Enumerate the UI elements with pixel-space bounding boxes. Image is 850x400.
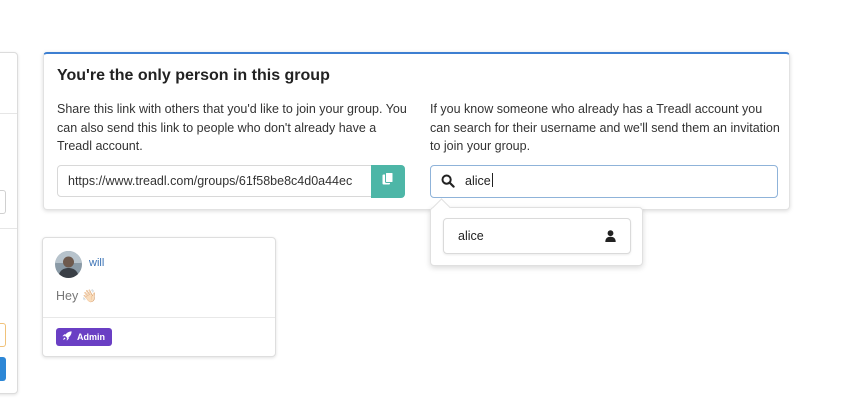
sidebar-button-outline[interactable] (0, 323, 6, 347)
sidebar-button-primary[interactable] (0, 357, 6, 381)
post-divider (43, 317, 275, 318)
rocket-icon (62, 331, 72, 343)
user-icon (605, 229, 616, 247)
post-card: will Hey 👋🏻 Admin (42, 237, 276, 357)
search-icon (441, 174, 455, 193)
left-sidebar-panel (0, 52, 18, 394)
sidebar-divider (0, 228, 17, 229)
page: You're the only person in this group Sha… (0, 0, 850, 400)
search-user-description: If you know someone who already has a Tr… (430, 102, 780, 153)
user-suggestions-dropdown: alice (430, 207, 643, 266)
share-link-field[interactable]: https://www.treadl.com/groups/61f58be8c4… (57, 165, 405, 197)
card-title: You're the only person in this group (57, 67, 330, 84)
share-link-description: Share this link with others that you'd l… (57, 102, 407, 153)
text-cursor (491, 173, 493, 187)
admin-badge-label: Admin (77, 332, 105, 342)
copy-link-button[interactable] (371, 165, 405, 198)
copy-icon (382, 172, 394, 191)
avatar[interactable] (55, 251, 82, 278)
suggestion-item[interactable]: alice (443, 218, 631, 254)
post-message: Hey 👋🏻 (56, 289, 98, 303)
post-author-link[interactable]: will (89, 257, 104, 269)
share-link-text: https://www.treadl.com/groups/61f58be8c4… (68, 174, 353, 188)
username-search-input[interactable]: alice (430, 165, 778, 198)
suggestion-username: alice (458, 229, 484, 243)
admin-badge: Admin (56, 328, 112, 346)
sidebar-divider (0, 113, 17, 114)
invite-card: You're the only person in this group Sha… (43, 52, 790, 210)
search-input-value: alice (465, 174, 491, 188)
sidebar-input[interactable] (0, 190, 6, 214)
